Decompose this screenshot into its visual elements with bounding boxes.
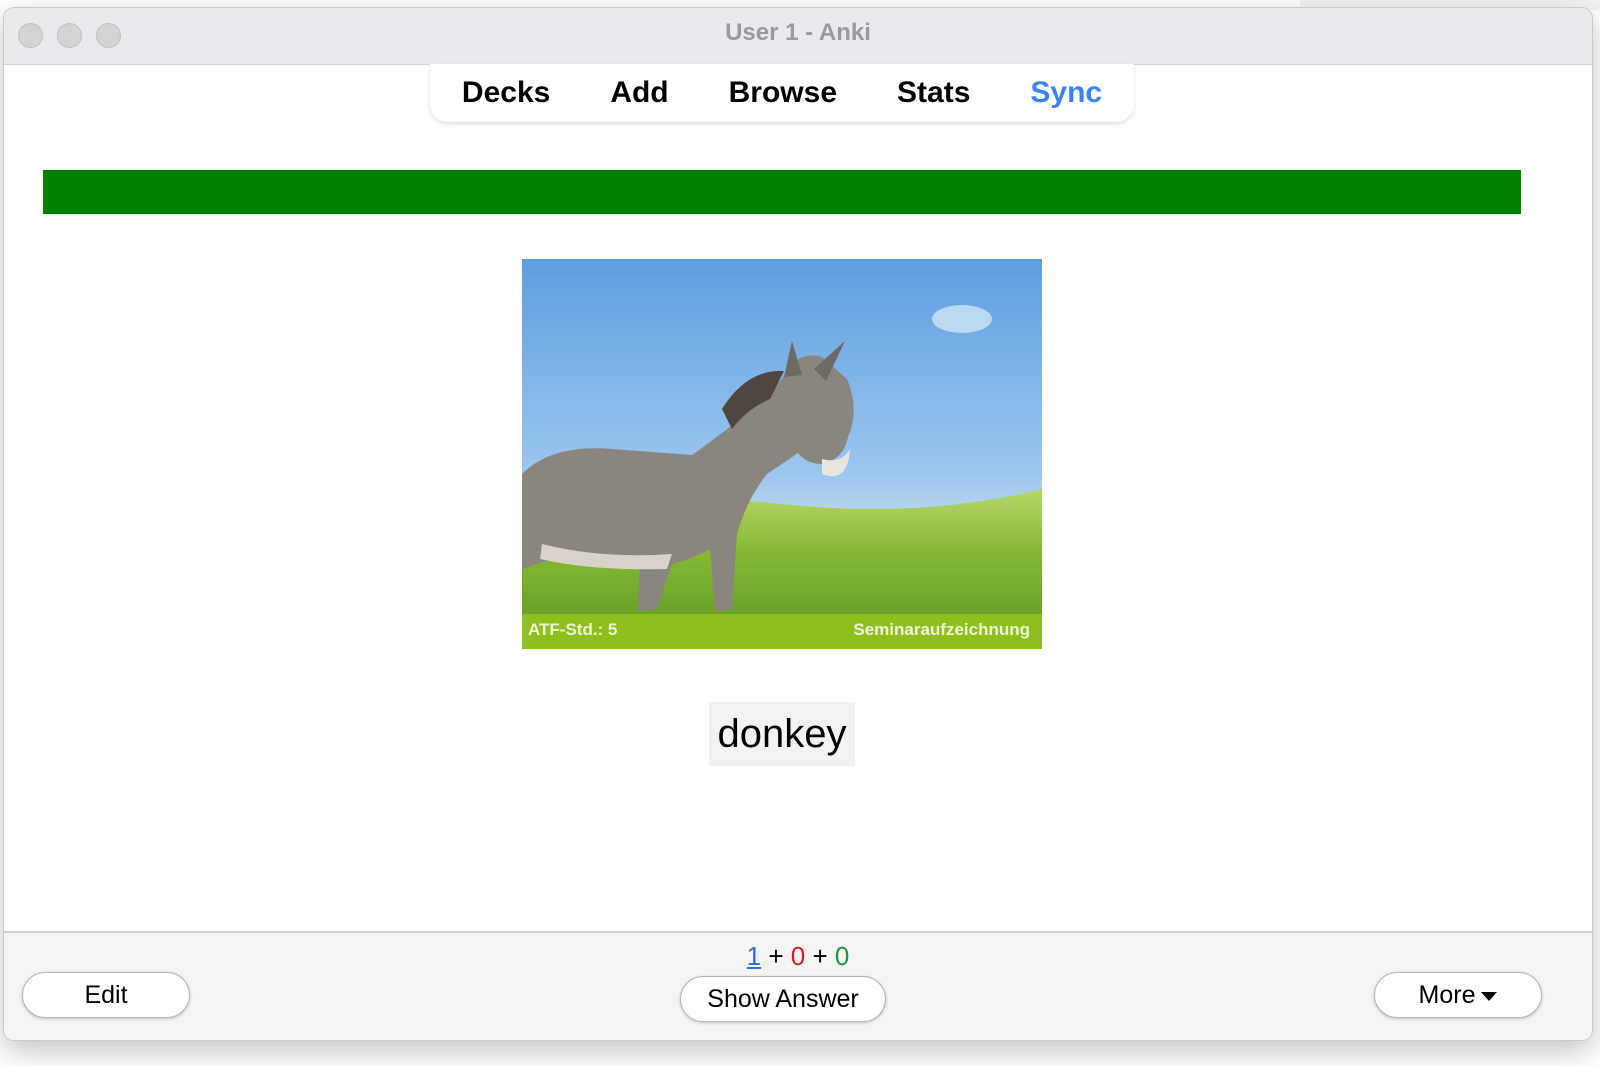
card-color-bar-fill [43,170,1521,214]
due-counts: 1 + 0 + 0 [4,941,1592,972]
more-button[interactable]: More [1374,972,1542,1018]
review-bottom-bar: 1 + 0 + 0 Edit Show Answer More [4,931,1592,1040]
review-count: 0 [834,941,850,971]
donkey-picture [522,259,1042,649]
image-caption-right: Seminaraufzeichnung [853,620,1030,639]
title-bar[interactable]: User 1 - Anki [4,8,1592,65]
learning-count: 0 [790,941,806,971]
add-link[interactable]: Add [580,76,698,110]
card-front-word: donkey [709,702,855,766]
count-separator: + [761,941,791,971]
window-title: User 1 - Anki [725,19,871,46]
caret-down-icon [1481,991,1498,1001]
browse-link[interactable]: Browse [699,76,867,110]
show-answer-button[interactable]: Show Answer [680,976,886,1022]
more-button-label: More [1418,981,1476,1009]
stats-link[interactable]: Stats [867,76,1000,110]
sync-link[interactable]: Sync [1000,76,1132,110]
card-color-bar [43,170,1521,214]
top-toolbar: Decks Add Browse Stats Sync [430,64,1134,122]
edit-button[interactable]: Edit [22,972,190,1018]
count-separator: + [805,941,835,971]
image-caption-left: ATF-Std.: 5 [528,620,618,639]
donkey-image: ATF-Std.: 5 Seminaraufzeichnung [522,259,1042,649]
decks-link[interactable]: Decks [432,76,580,110]
new-count[interactable]: 1 [747,941,761,971]
anki-main-window: User 1 - Anki Decks Add Browse Stats Syn… [4,8,1592,1040]
